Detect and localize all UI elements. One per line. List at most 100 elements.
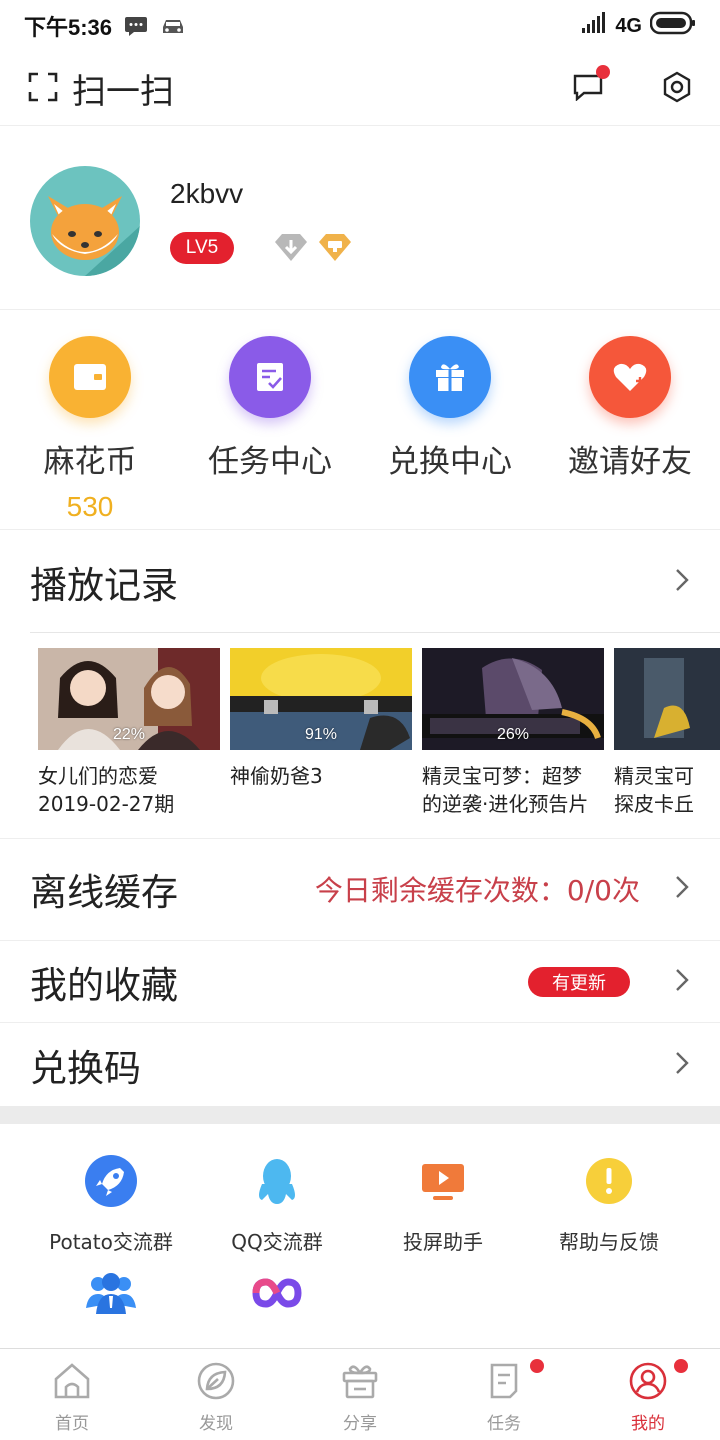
coin-balance: 530 (66, 491, 114, 522)
gold-diamond-icon[interactable] (318, 232, 352, 266)
quick-action-label: 任务中心 (208, 444, 332, 480)
task-icon (229, 336, 311, 418)
username: 2kbvv (170, 178, 244, 209)
group-icon (84, 1268, 138, 1322)
quick-action-label: 兑换中心 (388, 444, 512, 480)
video-thumbnail: 26% (422, 648, 604, 750)
nav-home[interactable]: 首页 (0, 1349, 144, 1440)
history-title: 精灵宝可梦：超梦 的逆袭·进化预告片 (422, 764, 589, 816)
potato-group-button[interactable]: Potato交流群 (28, 1124, 194, 1254)
nav-label: 首页 (55, 1414, 89, 1434)
history-item[interactable]: 22% 女儿们的恋爱 2019-02-27期 (38, 648, 220, 834)
qq-penguin-icon (250, 1154, 304, 1212)
scan-label[interactable]: 扫一扫 (72, 64, 174, 113)
network-type: 4G (615, 14, 642, 37)
top-bar: 扫一扫 (0, 52, 720, 126)
play-history-list[interactable]: 22% 女儿们的恋爱 2019-02-27期 91% 神偷奶爸3 26% 精灵宝… (38, 648, 720, 834)
bottom-nav: 首页 发现 分享 任务 我的 (0, 1348, 720, 1440)
nav-share[interactable]: 分享 (288, 1349, 432, 1440)
task-nav-icon (484, 1361, 524, 1405)
history-title: 精灵宝可 探皮卡丘 (614, 764, 694, 816)
favorites-title: 我的收藏 (30, 963, 178, 1007)
nav-profile[interactable]: 我的 (576, 1349, 720, 1440)
nav-label: 我的 (631, 1414, 665, 1434)
avatar[interactable] (30, 166, 140, 276)
nav-label: 分享 (343, 1414, 377, 1434)
wallet-icon (49, 336, 131, 418)
quick-actions: 麻花币 530 任务中心 兑换中心 邀请好友 (0, 312, 720, 530)
scan-icon[interactable] (28, 72, 58, 106)
status-time: 下午5:36 (24, 15, 113, 40)
silver-diamond-icon[interactable] (274, 232, 308, 266)
play-history-title: 播放记录 (30, 564, 178, 607)
cache-count-note: 今日剩余缓存次数：0/0次 (314, 873, 640, 907)
offline-cache-row[interactable]: 离线缓存 今日剩余缓存次数：0/0次 (0, 838, 720, 938)
quick-action-label: 麻花币 (43, 444, 137, 480)
signal-icon (581, 12, 607, 40)
invite-friends-button[interactable]: 邀请好友 (540, 312, 720, 529)
tool-label: Potato交流群 (49, 1230, 173, 1254)
share-icon (340, 1361, 380, 1405)
task-center-button[interactable]: 任务中心 (180, 312, 360, 529)
messages-button[interactable] (572, 64, 610, 105)
offline-cache-title: 离线缓存 (30, 870, 178, 914)
help-icon (582, 1154, 636, 1212)
notification-dot (596, 64, 610, 79)
notification-dot (674, 1359, 688, 1373)
quick-action-label: 邀请好友 (568, 444, 692, 480)
chevron-right-icon (674, 874, 690, 904)
group-tool-button[interactable] (28, 1254, 194, 1350)
history-item[interactable]: 91% 神偷奶爸3 (230, 648, 412, 834)
chevron-right-icon (674, 1050, 690, 1080)
tool-label: QQ交流群 (231, 1230, 323, 1254)
chevron-right-icon (674, 567, 690, 597)
tools-grid: Potato交流群 QQ交流群 投屏助手 帮助与反馈 (28, 1124, 692, 1350)
nav-label: 任务 (487, 1414, 521, 1434)
update-badge: 有更新 (528, 966, 630, 997)
car-icon (160, 15, 186, 37)
level-badge: LV5 (170, 232, 234, 264)
notification-dot (530, 1359, 544, 1373)
infinity-tool-button[interactable] (194, 1254, 360, 1350)
section-gap (0, 1106, 720, 1124)
status-bar: 下午5:36 4G (0, 0, 720, 52)
video-thumbnail (614, 648, 720, 750)
redeem-code-title: 兑换码 (30, 1046, 141, 1090)
exchange-center-button[interactable]: 兑换中心 (360, 312, 540, 529)
heart-plus-icon (589, 336, 671, 418)
battery-icon (649, 11, 696, 41)
history-title: 神偷奶爸3 (230, 764, 323, 788)
favorites-row[interactable]: 我的收藏 有更新 (0, 940, 720, 1022)
profile-icon (628, 1361, 668, 1405)
redeem-code-row[interactable]: 兑换码 (0, 1022, 720, 1106)
progress-label: 91% (304, 726, 338, 743)
chevron-right-icon (674, 967, 690, 997)
history-item[interactable]: 26% 精灵宝可梦：超梦 的逆袭·进化预告片 (422, 648, 604, 834)
cast-screen-icon (416, 1154, 470, 1212)
home-icon (52, 1361, 92, 1405)
video-thumbnail: 22% (38, 648, 220, 750)
message-icon (124, 15, 148, 37)
progress-label: 22% (112, 726, 146, 743)
history-title: 女儿们的恋爱 2019-02-27期 (38, 764, 175, 816)
tool-label: 投屏助手 (403, 1230, 483, 1254)
coin-wallet-button[interactable]: 麻花币 530 (0, 312, 180, 529)
settings-icon[interactable] (662, 71, 692, 107)
cast-helper-button[interactable]: 投屏助手 (360, 1124, 526, 1254)
nav-label: 发现 (199, 1414, 233, 1434)
progress-label: 26% (496, 726, 530, 743)
discover-icon (196, 1361, 236, 1405)
gift-icon (409, 336, 491, 418)
help-feedback-button[interactable]: 帮助与反馈 (526, 1124, 692, 1254)
tool-label: 帮助与反馈 (559, 1230, 659, 1254)
infinity-icon (250, 1268, 304, 1322)
history-item[interactable]: 精灵宝可 探皮卡丘 (614, 648, 720, 834)
profile-card[interactable]: 2kbvv LV5 (0, 126, 720, 310)
qq-group-button[interactable]: QQ交流群 (194, 1124, 360, 1254)
nav-tasks[interactable]: 任务 (432, 1349, 576, 1440)
play-history-row[interactable]: 播放记录 (0, 532, 720, 632)
video-thumbnail: 91% (230, 648, 412, 750)
nav-discover[interactable]: 发现 (144, 1349, 288, 1440)
rocket-icon (84, 1154, 138, 1212)
divider (30, 632, 720, 633)
